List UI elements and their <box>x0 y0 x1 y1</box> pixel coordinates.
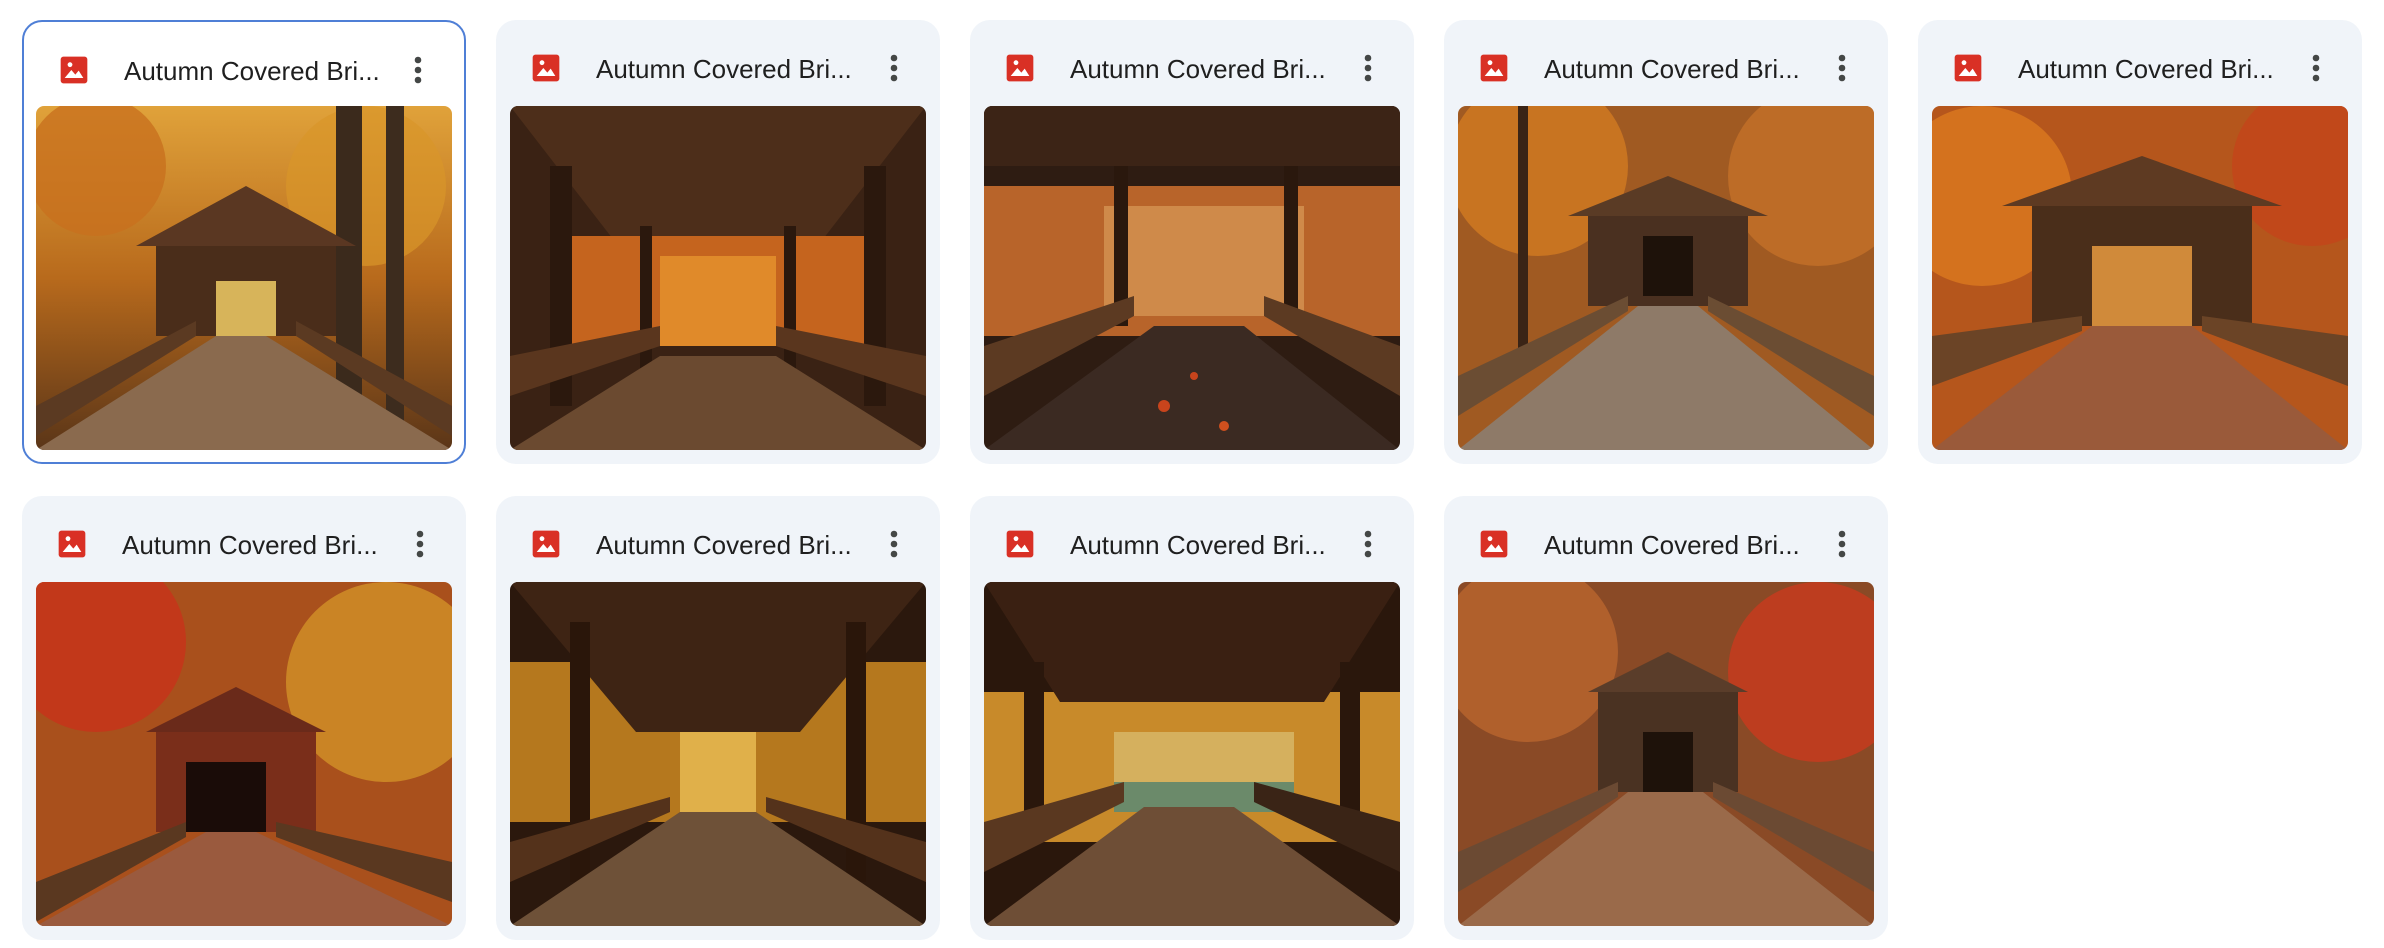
file-title[interactable]: Autumn Covered Bri... <box>1070 49 1332 89</box>
file-card-header: Autumn Covered Bri... <box>496 20 940 116</box>
more-options-button[interactable] <box>396 520 444 568</box>
more-vert-icon <box>890 530 898 558</box>
file-card[interactable]: Autumn Covered Bri... <box>22 20 466 464</box>
file-card[interactable]: Autumn Covered Bri... <box>1918 20 2362 464</box>
more-options-button[interactable] <box>2292 44 2340 92</box>
more-vert-icon <box>1838 54 1846 82</box>
image-thumbnail[interactable] <box>510 106 926 450</box>
file-title[interactable]: Autumn Covered Bri... <box>1544 49 1806 89</box>
image-icon <box>58 530 86 558</box>
file-card-header: Autumn Covered Bri... <box>1444 496 1888 592</box>
file-title[interactable]: Autumn Covered Bri... <box>2018 49 2280 89</box>
file-card[interactable]: Autumn Covered Bri... <box>970 20 1414 464</box>
file-card-header: Autumn Covered Bri... <box>22 496 466 592</box>
more-options-button[interactable] <box>394 46 442 94</box>
file-title[interactable]: Autumn Covered Bri... <box>1070 525 1332 565</box>
file-card-header: Autumn Covered Bri... <box>24 22 464 118</box>
file-title[interactable]: Autumn Covered Bri... <box>122 525 384 565</box>
file-card[interactable]: Autumn Covered Bri... <box>496 20 940 464</box>
image-icon <box>1954 54 1982 82</box>
file-grid: Autumn Covered Bri... Autumn Covered Bri… <box>0 0 2384 948</box>
file-title[interactable]: Autumn Covered Bri... <box>596 49 858 89</box>
image-thumbnail[interactable] <box>510 582 926 926</box>
image-thumbnail[interactable] <box>36 582 452 926</box>
image-thumbnail[interactable] <box>984 582 1400 926</box>
image-icon <box>532 54 560 82</box>
image-thumbnail[interactable] <box>984 106 1400 450</box>
file-card[interactable]: Autumn Covered Bri... <box>970 496 1414 940</box>
file-card[interactable]: Autumn Covered Bri... <box>1444 20 1888 464</box>
file-card[interactable]: Autumn Covered Bri... <box>1444 496 1888 940</box>
image-thumbnail[interactable] <box>36 106 452 450</box>
more-options-button[interactable] <box>1818 44 1866 92</box>
file-card[interactable]: Autumn Covered Bri... <box>22 496 466 940</box>
file-card[interactable]: Autumn Covered Bri... <box>496 496 940 940</box>
image-icon <box>1480 530 1508 558</box>
image-icon <box>1480 54 1508 82</box>
file-card-header: Autumn Covered Bri... <box>970 496 1414 592</box>
more-options-button[interactable] <box>1344 520 1392 568</box>
image-thumbnail[interactable] <box>1458 582 1874 926</box>
file-title[interactable]: Autumn Covered Bri... <box>596 525 858 565</box>
more-vert-icon <box>416 530 424 558</box>
image-thumbnail[interactable] <box>1932 106 2348 450</box>
image-icon <box>60 56 88 84</box>
more-vert-icon <box>1364 54 1372 82</box>
file-title[interactable]: Autumn Covered Bri... <box>124 51 386 91</box>
file-card-header: Autumn Covered Bri... <box>970 20 1414 116</box>
more-options-button[interactable] <box>870 44 918 92</box>
more-options-button[interactable] <box>1344 44 1392 92</box>
image-icon <box>1006 530 1034 558</box>
more-vert-icon <box>1838 530 1846 558</box>
file-card-header: Autumn Covered Bri... <box>1444 20 1888 116</box>
more-vert-icon <box>1364 530 1372 558</box>
more-options-button[interactable] <box>870 520 918 568</box>
more-vert-icon <box>890 54 898 82</box>
more-options-button[interactable] <box>1818 520 1866 568</box>
image-icon <box>1006 54 1034 82</box>
file-card-header: Autumn Covered Bri... <box>1918 20 2362 116</box>
image-thumbnail[interactable] <box>1458 106 1874 450</box>
file-title[interactable]: Autumn Covered Bri... <box>1544 525 1806 565</box>
more-vert-icon <box>414 56 422 84</box>
image-icon <box>532 530 560 558</box>
file-card-header: Autumn Covered Bri... <box>496 496 940 592</box>
more-vert-icon <box>2312 54 2320 82</box>
